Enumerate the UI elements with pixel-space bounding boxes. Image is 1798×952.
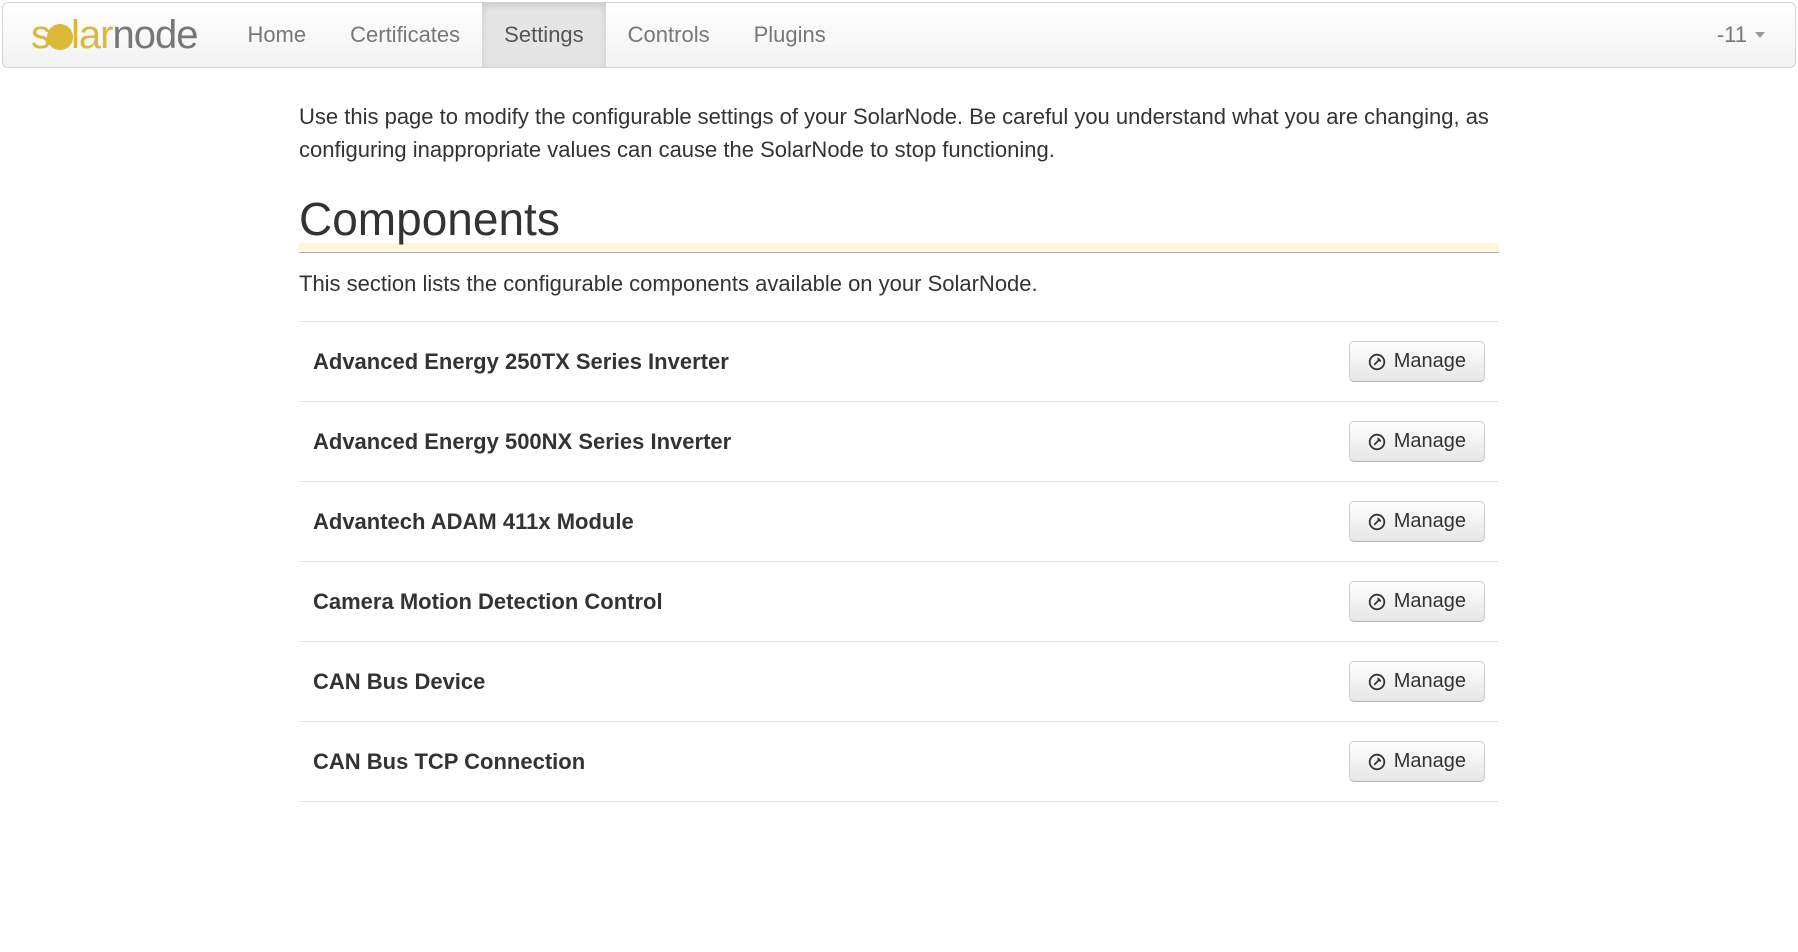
component-row: Camera Motion Detection Control Manage [299,561,1499,641]
edit-icon [1368,353,1386,371]
edit-icon [1368,433,1386,451]
manage-button-label: Manage [1394,350,1466,373]
intro-text: Use this page to modify the configurable… [299,100,1499,166]
nav-items: Home Certificates Settings Controls Plug… [225,3,847,67]
section-description: This section lists the configurable comp… [299,271,1499,297]
section-title: Components [299,192,1499,253]
nav-dropdown-label: -11 [1717,22,1747,48]
nav-item-certificates[interactable]: Certificates [328,3,482,67]
manage-button-label: Manage [1394,590,1466,613]
component-row: Advanced Energy 250TX Series Inverter Ma… [299,321,1499,401]
edit-icon [1368,513,1386,531]
manage-button[interactable]: Manage [1349,661,1485,702]
edit-icon [1368,593,1386,611]
manage-button-label: Manage [1394,750,1466,773]
manage-button-label: Manage [1394,510,1466,533]
component-row: CAN Bus Device Manage [299,641,1499,721]
nav-dropdown[interactable]: -11 [1687,22,1795,48]
manage-button[interactable]: Manage [1349,741,1485,782]
brand-part2: lar [71,13,112,57]
nav-item-settings[interactable]: Settings [482,3,606,67]
caret-down-icon [1755,32,1765,38]
nav-item-controls[interactable]: Controls [606,3,732,67]
manage-button[interactable]: Manage [1349,341,1485,382]
component-name: Advanced Energy 250TX Series Inverter [313,349,729,375]
main-container: Use this page to modify the configurable… [279,70,1519,822]
component-name: CAN Bus Device [313,669,485,695]
nav-item-home[interactable]: Home [225,3,328,67]
navbar: slarnode Home Certificates Settings Cont… [2,2,1796,68]
component-name: Camera Motion Detection Control [313,589,663,615]
manage-button-label: Manage [1394,670,1466,693]
manage-button-label: Manage [1394,430,1466,453]
components-list: Advanced Energy 250TX Series Inverter Ma… [299,321,1499,802]
component-name: CAN Bus TCP Connection [313,749,585,775]
brand-part3: node [112,13,197,57]
component-name: Advantech ADAM 411x Module [313,509,634,535]
edit-icon [1368,673,1386,691]
brand-dot-icon [47,24,73,50]
brand-logo[interactable]: slarnode [3,13,225,58]
component-row: Advanced Energy 500NX Series Inverter Ma… [299,401,1499,481]
component-name: Advanced Energy 500NX Series Inverter [313,429,731,455]
component-row: Advantech ADAM 411x Module Manage [299,481,1499,561]
edit-icon [1368,753,1386,771]
manage-button[interactable]: Manage [1349,421,1485,462]
component-row: CAN Bus TCP Connection Manage [299,721,1499,802]
nav-item-plugins[interactable]: Plugins [732,3,848,67]
manage-button[interactable]: Manage [1349,501,1485,542]
manage-button[interactable]: Manage [1349,581,1485,622]
